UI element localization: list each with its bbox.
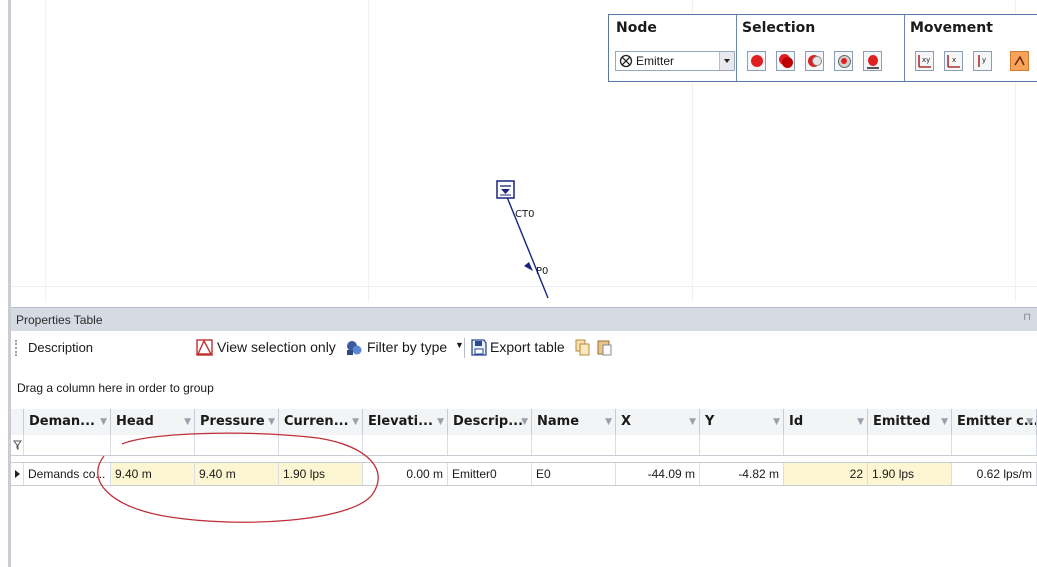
column-header[interactable]: Name ▼: [532, 409, 616, 435]
invert-selection-button[interactable]: [863, 51, 882, 71]
table-cell[interactable]: E0: [532, 463, 616, 485]
move-x-button[interactable]: x: [944, 51, 963, 71]
description-input[interactable]: [104, 337, 190, 359]
table-cell[interactable]: Demands co...: [24, 463, 111, 485]
pin-icon[interactable]: ⊓: [1023, 312, 1031, 323]
move-free-icon: [1014, 55, 1025, 66]
table-cell[interactable]: 0.00 m: [363, 463, 448, 485]
column-header[interactable]: Descrip... ▼: [448, 409, 532, 435]
table-cell[interactable]: 22: [784, 463, 868, 485]
move-free-button[interactable]: [1010, 51, 1029, 71]
column-header[interactable]: X ▼: [616, 409, 700, 435]
emitter-icon: [619, 54, 633, 68]
description-label: Description: [28, 340, 94, 355]
dropdown-arrow-icon: ▼: [455, 340, 464, 350]
table-row[interactable]: Demands co... 9.40 m 9.40 m 1.90 lps 0.0…: [11, 462, 1037, 486]
node-type-select[interactable]: Emitter: [615, 51, 735, 71]
column-header[interactable]: Curren... ▼: [279, 409, 363, 435]
pipe-label: P0: [536, 266, 548, 277]
tank-label: CT0: [515, 209, 534, 220]
move-y-button[interactable]: y: [973, 51, 992, 71]
column-header[interactable]: Y ▼: [700, 409, 784, 435]
floating-toolbar: Node Emitter Selection Movement xy x y: [608, 14, 1037, 82]
svg-text:x: x: [952, 56, 956, 64]
properties-toolbar: Description View selection only Filter b…: [11, 331, 1037, 365]
select-node-button[interactable]: [747, 51, 766, 71]
group-hint: Drag a column here in order to group: [17, 381, 214, 395]
column-header[interactable]: Emitted ▼: [868, 409, 952, 435]
move-y-icon: y: [978, 55, 986, 67]
column-header[interactable]: Id ▼: [784, 409, 868, 435]
column-header[interactable]: Elevati... ▼: [363, 409, 448, 435]
column-header[interactable]: Head ▼: [111, 409, 195, 435]
table-cell[interactable]: 0.62 lps/m: [952, 463, 1037, 485]
select-nodes-button[interactable]: [776, 51, 795, 71]
move-xy-icon: xy: [918, 55, 931, 68]
chevron-down-icon[interactable]: [719, 52, 734, 70]
export-table-label: Export table: [490, 339, 565, 355]
table-cell[interactable]: 9.40 m: [195, 463, 279, 485]
paste-icon: [597, 340, 612, 356]
filter-by-type-label: Filter by type: [367, 339, 448, 355]
node-title: Node: [616, 20, 657, 36]
node-section: Node Emitter: [609, 15, 736, 81]
export-table-button[interactable]: Export table: [470, 336, 570, 360]
table-cell[interactable]: 9.40 m: [111, 463, 195, 485]
export-icon: [471, 339, 487, 356]
table-header: Deman... ▼ Head ▼ Pressure ▼ Curren... ▼ Ele…: [11, 409, 1037, 436]
node-type-value: Emitter: [636, 54, 675, 68]
copy-icon: [575, 339, 590, 356]
svg-text:y: y: [982, 56, 986, 64]
deselect-button[interactable]: [834, 51, 853, 71]
table-cell[interactable]: -4.82 m: [700, 463, 784, 485]
group-by-area[interactable]: Drag a column here in order to group: [11, 365, 1037, 409]
move-x-icon: x: [947, 55, 960, 68]
move-xy-button[interactable]: xy: [915, 51, 934, 71]
table-cell[interactable]: 1.90 lps: [279, 463, 363, 485]
column-header[interactable]: Pressure ▼: [195, 409, 279, 435]
select-region-button[interactable]: [805, 51, 824, 71]
invert-icon: [868, 55, 878, 66]
view-selection-label: View selection only: [217, 339, 336, 355]
view-selection-icon: [196, 339, 213, 356]
copy-button[interactable]: [574, 338, 591, 356]
movement-section: Movement xy x y: [905, 15, 1037, 81]
selection-section: Selection: [737, 15, 903, 81]
svg-text:xy: xy: [922, 56, 930, 64]
movement-title: Movement: [910, 20, 993, 36]
selection-title: Selection: [742, 20, 816, 36]
pipe-arrow-icon: [524, 262, 533, 271]
filter-by-type-button[interactable]: Filter by type ▼: [345, 336, 465, 360]
properties-panel-header: Properties Table ⊓: [11, 307, 1037, 332]
table-cell[interactable]: -44.09 m: [616, 463, 700, 485]
column-header[interactable]: Emitter c... ▼: [952, 409, 1037, 435]
row-indicator-icon: [11, 463, 24, 485]
panel-title: Properties Table: [16, 313, 103, 327]
table-cell[interactable]: Emitter0: [448, 463, 532, 485]
red-circle-icon: [751, 55, 763, 67]
column-header[interactable]: Deman... ▼: [24, 409, 111, 435]
filter-icon: [347, 341, 362, 355]
paste-button[interactable]: [596, 338, 613, 356]
filter-row[interactable]: [11, 435, 1037, 456]
table-cell[interactable]: 1.90 lps: [868, 463, 952, 485]
filter-icon: [11, 435, 24, 455]
grip-icon: [15, 340, 19, 356]
